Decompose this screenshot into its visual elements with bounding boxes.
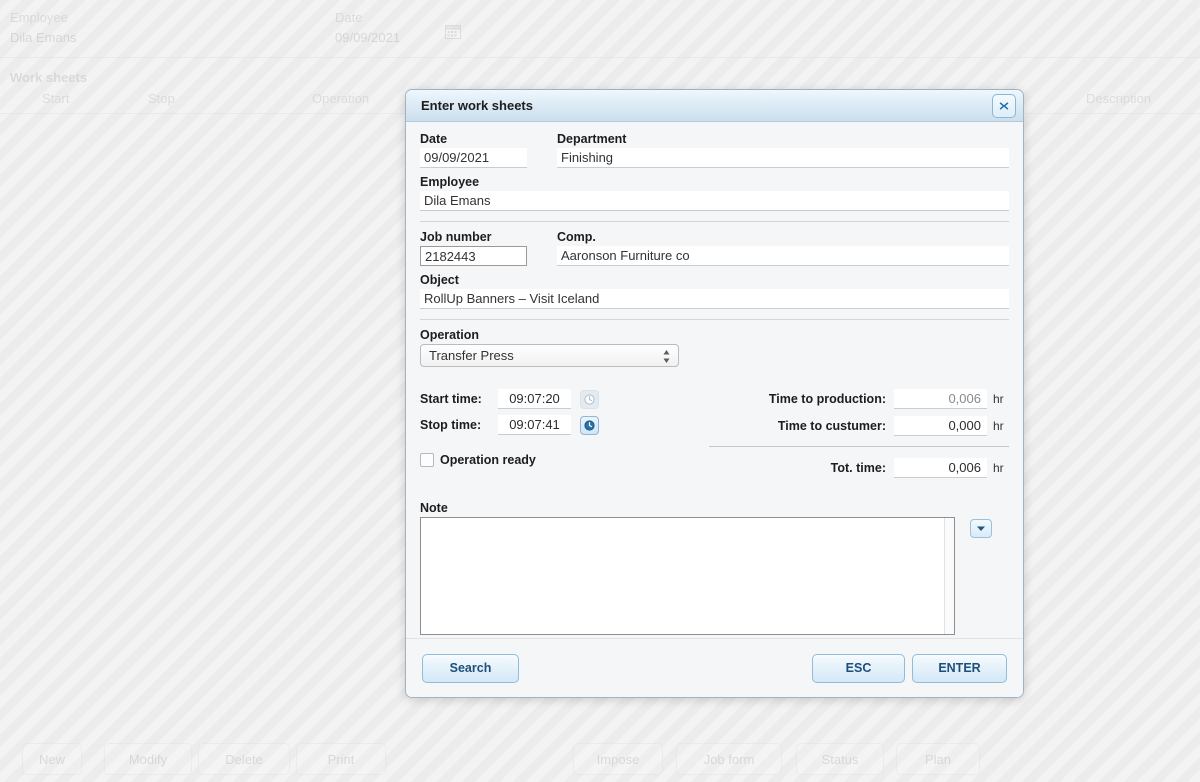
toolbar-button-impose[interactable]: Impose bbox=[573, 743, 663, 775]
note-group: Note bbox=[420, 501, 1009, 635]
comp-field-group: Comp. Aaronson Furniture co bbox=[557, 230, 1009, 266]
operation-select-value: Transfer Press bbox=[429, 348, 514, 363]
time-to-production-row: Time to production: 0,006 hr bbox=[709, 389, 1009, 409]
toolbar-button-status-label: Status bbox=[821, 751, 859, 767]
toolbar-button-job-form-label: Job form bbox=[703, 751, 755, 767]
totals-divider bbox=[709, 446, 1009, 447]
stepper-arrows-icon bbox=[663, 350, 670, 363]
stop-time-input[interactable]: 09:07:41 bbox=[498, 415, 571, 435]
search-button-label: Search bbox=[449, 661, 492, 675]
background-employee-value: Dila Emans bbox=[10, 30, 77, 45]
background-employee-label: Employee bbox=[10, 10, 68, 25]
esc-button[interactable]: ESC bbox=[812, 653, 905, 683]
dialog-body: Date 09/09/2021 Department Finishing Emp… bbox=[406, 122, 1023, 638]
stop-time-label: Stop time: bbox=[420, 418, 482, 432]
total-time-label: Tot. time: bbox=[830, 461, 886, 475]
clock-icon bbox=[584, 419, 595, 431]
toolbar-button-delete-label: Delete bbox=[225, 751, 263, 767]
comp-input[interactable]: Aaronson Furniture co bbox=[557, 246, 1009, 266]
section-divider-top bbox=[420, 221, 1009, 222]
employee-input[interactable]: Dila Emans bbox=[420, 191, 1009, 211]
time-to-production-unit: hr bbox=[993, 392, 1004, 406]
start-time-label: Start time: bbox=[420, 392, 482, 406]
date-field-group: Date 09/09/2021 bbox=[420, 132, 527, 168]
close-icon bbox=[999, 102, 1009, 110]
time-to-customer-label: Time to custumer: bbox=[777, 419, 886, 433]
toolbar-button-print[interactable]: Print bbox=[296, 743, 386, 775]
note-textarea[interactable] bbox=[420, 517, 955, 635]
toolbar-button-plan-label: Plan bbox=[924, 751, 952, 767]
background-column-description: Description bbox=[1086, 91, 1152, 106]
note-scrollbar[interactable] bbox=[944, 518, 954, 634]
operation-select[interactable]: Transfer Press bbox=[420, 344, 679, 367]
background-section-title: Work sheets bbox=[10, 70, 88, 85]
stop-clock-button[interactable] bbox=[580, 415, 599, 435]
date-label: Date bbox=[420, 132, 448, 146]
operation-label: Operation bbox=[420, 328, 480, 342]
toolbar-button-job-form[interactable]: Job form bbox=[676, 743, 782, 775]
total-time-unit: hr bbox=[993, 461, 1004, 475]
start-clock-button[interactable] bbox=[580, 389, 599, 409]
section-divider-middle bbox=[420, 319, 1009, 320]
close-button[interactable] bbox=[992, 94, 1016, 118]
toolbar-button-plan[interactable]: Plan bbox=[896, 743, 980, 775]
time-area: Start time: 09:07:20 Stop time: 09:07:41 bbox=[420, 389, 1009, 489]
background-date-label: Date bbox=[335, 10, 363, 25]
totals-group: Time to production: 0,006 hr Time to cus… bbox=[709, 389, 1009, 485]
employee-label: Employee bbox=[420, 175, 480, 189]
clock-icon bbox=[584, 393, 595, 405]
dialog-footer: Search ESC ENTER bbox=[406, 638, 1023, 697]
search-button[interactable]: Search bbox=[422, 653, 519, 683]
job-number-input[interactable]: 2182443 bbox=[420, 246, 527, 266]
object-label: Object bbox=[420, 273, 459, 287]
note-label: Note bbox=[420, 501, 448, 515]
toolbar-button-modify-label: Modify bbox=[128, 751, 168, 767]
total-time-value: 0,006 bbox=[894, 458, 987, 478]
time-to-production-label: Time to production: bbox=[768, 392, 886, 406]
operation-ready-label: Operation ready bbox=[440, 453, 536, 467]
background-header-divider bbox=[0, 57, 1200, 58]
operation-field-group: Operation Transfer Press bbox=[420, 328, 1009, 367]
toolbar-button-new[interactable]: New bbox=[22, 743, 82, 775]
enter-button[interactable]: ENTER bbox=[912, 653, 1007, 683]
total-time-row: Tot. time: 0,006 hr bbox=[709, 458, 1009, 478]
background-date-value: 09/09/2021 bbox=[335, 30, 401, 45]
time-to-customer-value[interactable]: 0,000 bbox=[894, 416, 987, 436]
toolbar-button-impose-label: Impose bbox=[596, 751, 640, 767]
esc-button-label: ESC bbox=[845, 661, 872, 675]
dialog-title: Enter work sheets bbox=[421, 98, 533, 113]
enter-work-sheets-dialog: Enter work sheets Date 09/09/2021 Depart… bbox=[405, 89, 1024, 698]
background-column-stop: Stop bbox=[148, 91, 175, 106]
department-input[interactable]: Finishing bbox=[557, 148, 1009, 168]
date-department-row: Date 09/09/2021 Department Finishing bbox=[420, 132, 1009, 168]
dialog-titlebar: Enter work sheets bbox=[406, 90, 1023, 122]
toolbar-button-status[interactable]: Status bbox=[796, 743, 884, 775]
time-to-customer-row: Time to custumer: 0,000 hr bbox=[709, 416, 1009, 436]
object-field-group: Object RollUp Banners – Visit Iceland bbox=[420, 273, 1009, 309]
toolbar-button-new-label: New bbox=[38, 751, 65, 767]
toolbar-button-modify[interactable]: Modify bbox=[104, 743, 192, 775]
note-dropdown-button[interactable] bbox=[970, 519, 992, 538]
job-comp-row: Job number 2182443 Comp. Aaronson Furnit… bbox=[420, 230, 1009, 266]
job-number-label: Job number bbox=[420, 230, 492, 244]
enter-button-label: ENTER bbox=[938, 661, 981, 675]
time-to-customer-unit: hr bbox=[993, 419, 1004, 433]
start-time-input[interactable]: 09:07:20 bbox=[498, 389, 571, 409]
toolbar-button-delete[interactable]: Delete bbox=[198, 743, 290, 775]
department-label: Department bbox=[557, 132, 627, 146]
calendar-icon bbox=[445, 25, 461, 39]
job-number-field-group: Job number 2182443 bbox=[420, 230, 527, 266]
operation-ready-checkbox[interactable] bbox=[420, 453, 434, 467]
chevron-down-icon bbox=[977, 526, 985, 531]
date-input[interactable]: 09/09/2021 bbox=[420, 148, 527, 168]
toolbar-button-print-label: Print bbox=[327, 751, 355, 767]
time-to-production-value: 0,006 bbox=[894, 389, 987, 409]
employee-field-group: Employee Dila Emans bbox=[420, 175, 1009, 211]
object-input[interactable]: RollUp Banners – Visit Iceland bbox=[420, 289, 1009, 309]
bottom-toolbar: New Modify Delete Print Impose Job form … bbox=[0, 735, 1200, 782]
background-column-operation: Operation bbox=[312, 91, 370, 106]
comp-label: Comp. bbox=[557, 230, 596, 244]
department-field-group: Department Finishing bbox=[557, 132, 1009, 168]
background-column-start: Start bbox=[42, 91, 70, 106]
